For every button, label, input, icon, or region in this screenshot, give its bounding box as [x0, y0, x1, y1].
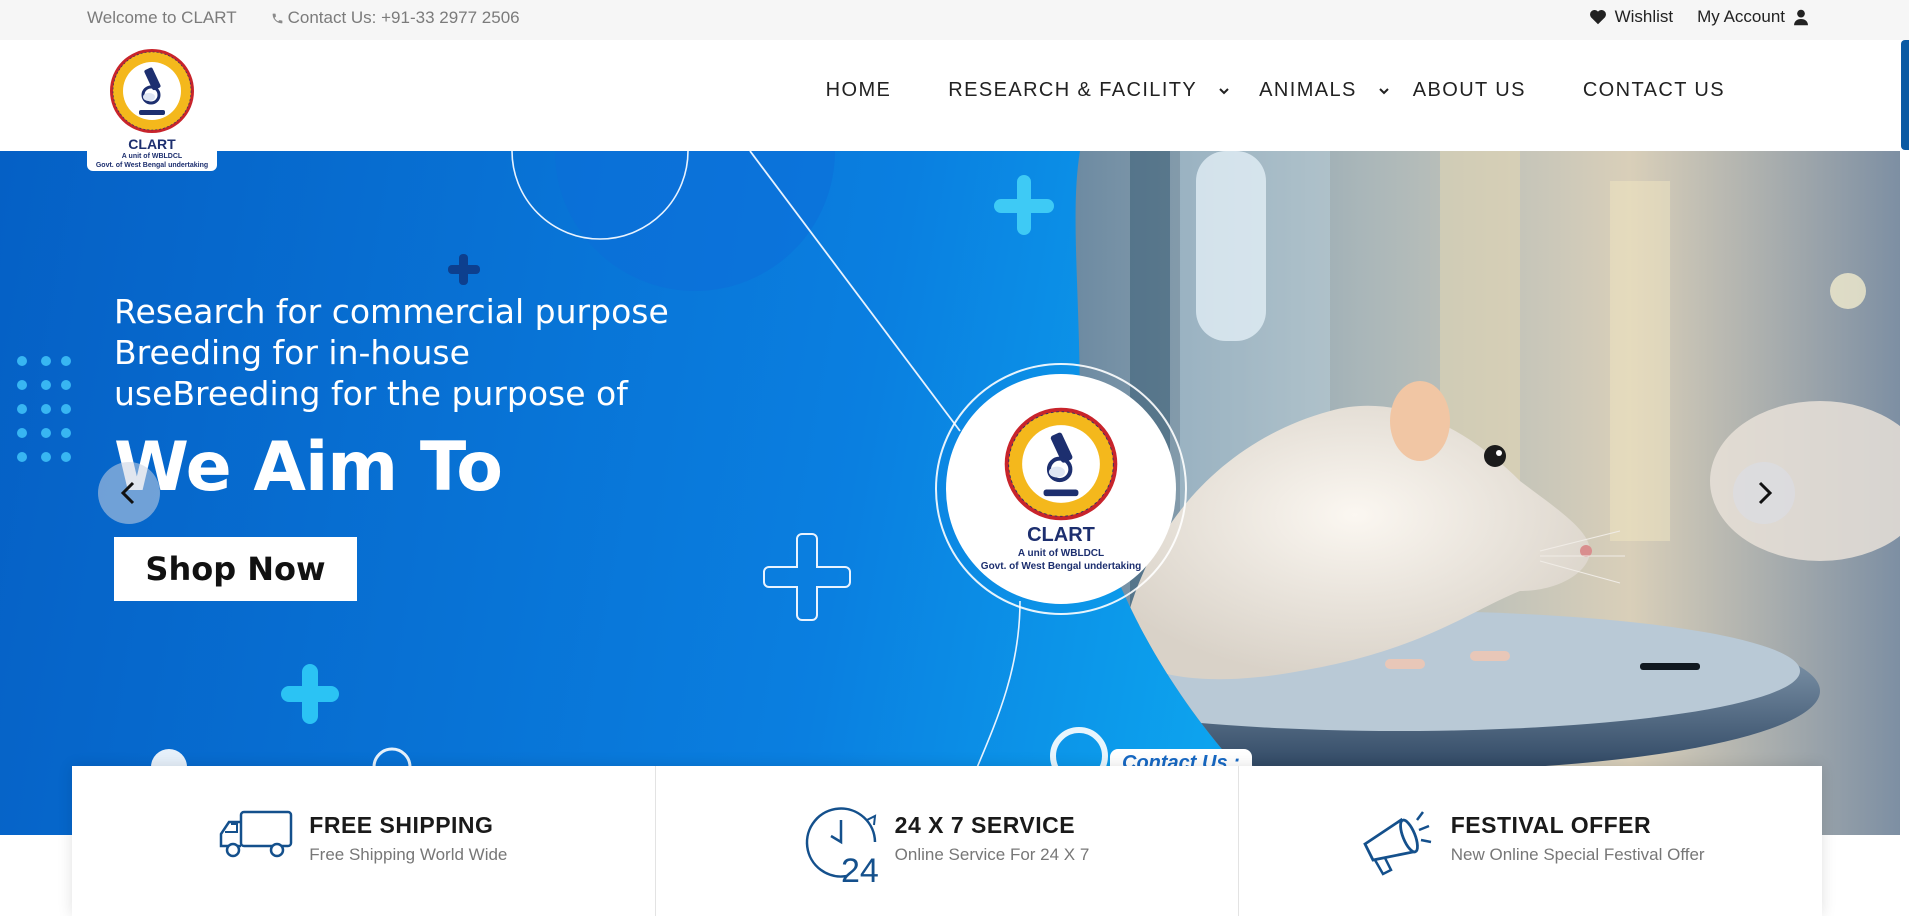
user-icon: [1794, 9, 1808, 25]
nav-animals-label: ANIMALS: [1259, 79, 1357, 101]
top-bar: Welcome to CLART Contact Us: +91-33 2977…: [0, 0, 1909, 40]
phone-icon: [272, 13, 282, 23]
feature-title: FREE SHIPPING: [309, 812, 494, 838]
top-bar-left: Welcome to CLART Contact Us: +91-33 2977…: [87, 8, 520, 28]
nav-home-label: HOME: [825, 79, 892, 101]
chevron-right-icon: [1758, 481, 1773, 505]
logo-tagline: Govt. of West Bengal undertaking: [95, 162, 209, 169]
nav-research-facility[interactable]: RESEARCH & FACILITY: [948, 79, 1231, 102]
svg-text:24: 24: [841, 852, 879, 884]
my-account-label: My Account: [1697, 7, 1785, 26]
page-edge-scrollbar[interactable]: [1901, 40, 1909, 150]
megaphone-icon: [1362, 811, 1431, 876]
nav-research-facility-label: RESEARCH & FACILITY: [948, 79, 1198, 101]
nav-contact-us[interactable]: CONTACT US: [1583, 79, 1725, 102]
chevron-down-icon: [1219, 87, 1229, 94]
truck-icon: [220, 810, 293, 858]
main-nav: HOME RESEARCH & FACILITY ANIMALS ABOUT U…: [826, 79, 1725, 102]
hero-logo-subtitle: A unit of WBLDCL: [1017, 548, 1105, 559]
feature-title: FESTIVAL OFFER: [1450, 812, 1652, 838]
wishlist-label: Wishlist: [1614, 7, 1674, 26]
hero-headline: Research for commercial purpose Breeding…: [114, 292, 669, 413]
nav-home[interactable]: HOME: [826, 79, 892, 102]
heart-icon: [1589, 9, 1606, 25]
logo-subtitle: A unit of WBLDCL: [121, 153, 183, 160]
contact-phone[interactable]: Contact Us: +91-33 2977 2506: [271, 8, 520, 28]
clart-emblem-icon: [1004, 407, 1118, 521]
site-logo[interactable]: CLART A unit of WBLDCL Govt. of West Ben…: [87, 40, 217, 171]
feature-subtitle: New Online Special Festival Offer: [1450, 845, 1705, 864]
feature-festival-offer: FESTIVAL OFFER New Online Special Festiv…: [1239, 766, 1822, 916]
nav-about-us[interactable]: ABOUT US: [1413, 79, 1526, 102]
carousel-prev-button[interactable]: [98, 462, 160, 524]
welcome-text: Welcome to CLART: [87, 8, 237, 27]
plus-outline-icon: [763, 533, 851, 621]
feature-strip: FREE SHIPPING Free Shipping World Wide 2…: [72, 766, 1822, 916]
main-header: CLART A unit of WBLDCL Govt. of West Ben…: [0, 40, 1909, 171]
shop-now-button[interactable]: Shop Now: [114, 537, 357, 601]
feature-title: 24 X 7 SERVICE: [894, 812, 1076, 838]
hero-logo-badge: CLART A unit of WBLDCL Govt. of West Ben…: [935, 363, 1187, 615]
my-account-link[interactable]: My Account: [1697, 7, 1809, 27]
carousel-next-button[interactable]: [1733, 462, 1795, 524]
clock-24-icon: 24: [805, 807, 879, 884]
chevron-left-icon: [120, 481, 135, 505]
nav-contact-us-label: CONTACT US: [1582, 79, 1725, 101]
nav-about-us-label: ABOUT US: [1412, 79, 1526, 101]
top-bar-right: Wishlist My Account: [1589, 7, 1809, 27]
dot-grid-icon: [17, 356, 71, 462]
wishlist-link[interactable]: Wishlist: [1589, 7, 1674, 27]
hero-aim-heading: We Aim To: [114, 428, 503, 507]
logo-title: CLART: [128, 136, 176, 152]
hero-logo-title: CLART: [1027, 524, 1095, 546]
feature-24x7-service: 24 24 X 7 SERVICE Online Service For 24 …: [656, 766, 1240, 916]
feature-subtitle: Online Service For 24 X 7: [894, 845, 1090, 864]
hero-logo-inner: CLART A unit of WBLDCL Govt. of West Ben…: [946, 374, 1176, 604]
nav-animals[interactable]: ANIMALS: [1259, 79, 1391, 102]
plus-icon: [281, 664, 339, 724]
plus-icon: [448, 254, 480, 285]
feature-free-shipping: FREE SHIPPING Free Shipping World Wide: [72, 766, 656, 916]
hero-banner: Research for commercial purpose Breeding…: [0, 151, 1900, 835]
clart-emblem-icon: [110, 49, 194, 133]
feature-subtitle: Free Shipping World Wide: [309, 845, 508, 864]
chevron-down-icon: [1379, 87, 1389, 94]
hero-logo-tagline: Govt. of West Bengal undertaking: [980, 561, 1142, 572]
contact-phone-text: Contact Us: +91-33 2977 2506: [287, 8, 520, 27]
